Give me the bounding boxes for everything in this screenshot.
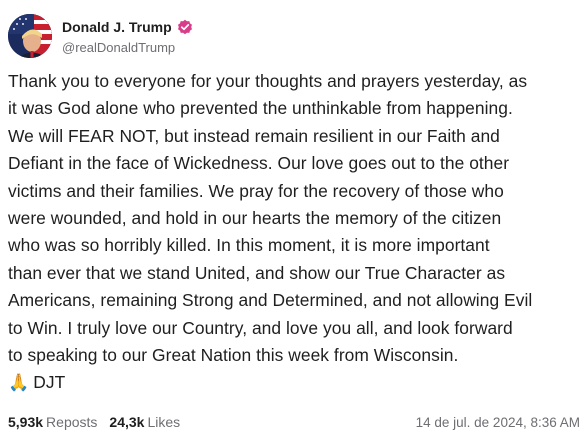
- author-info: Donald J. Trump @realDonaldTrump: [62, 19, 193, 55]
- post-text-line: to Win. I truly love our Country, and lo…: [8, 317, 513, 338]
- praying-hands-icon: 🙏: [8, 373, 30, 393]
- avatar-image: [8, 14, 52, 58]
- avatar[interactable]: [8, 14, 52, 58]
- post-body: Thank you to everyone for your thoughts …: [8, 68, 582, 397]
- post-text-line: Americans, remaining Strong and Determin…: [8, 290, 533, 311]
- likes-stat[interactable]: 24,3k Likes: [109, 414, 180, 430]
- post-header: Donald J. Trump @realDonaldTrump: [8, 14, 193, 58]
- post-text-line: it was God alone who prevented the unthi…: [8, 98, 513, 119]
- reposts-stat[interactable]: 5,93k Reposts: [8, 414, 97, 430]
- author-handle[interactable]: @realDonaldTrump: [62, 40, 193, 55]
- verified-badge-icon: [177, 19, 193, 35]
- likes-label: Likes: [147, 414, 181, 430]
- post-text-line: We will FEAR NOT, but instead remain res…: [8, 125, 500, 146]
- post-text-line: were wounded, and hold in our hearts the…: [8, 208, 502, 229]
- reposts-label: Reposts: [46, 414, 98, 430]
- post-card: Donald J. Trump @realDonaldTrump Thank y…: [0, 0, 586, 445]
- post-text-line: Defiant in the face of Wickedness. Our l…: [8, 153, 510, 174]
- signature-line: 🙏 DJT: [8, 369, 582, 396]
- post-footer: 5,93k Reposts 24,3k Likes 14 de jul. de 20…: [8, 414, 580, 430]
- post-text-line: to speaking to our Great Nation this wee…: [8, 345, 459, 366]
- name-row: Donald J. Trump: [62, 19, 193, 35]
- display-name[interactable]: Donald J. Trump: [62, 19, 172, 35]
- likes-count: 24,3k: [109, 414, 145, 430]
- post-text-line: victims and their families. We pray for …: [8, 180, 504, 201]
- reposts-count: 5,93k: [8, 414, 44, 430]
- post-text-line: than ever that we stand United, and show…: [8, 262, 506, 283]
- signature: DJT: [33, 372, 66, 393]
- post-text-line: who was so horribly killed. In this mome…: [8, 235, 490, 256]
- post-text-line: Thank you to everyone for your thoughts …: [8, 71, 528, 91]
- post-timestamp[interactable]: 14 de jul. de 2024, 8:36 AM: [416, 415, 580, 430]
